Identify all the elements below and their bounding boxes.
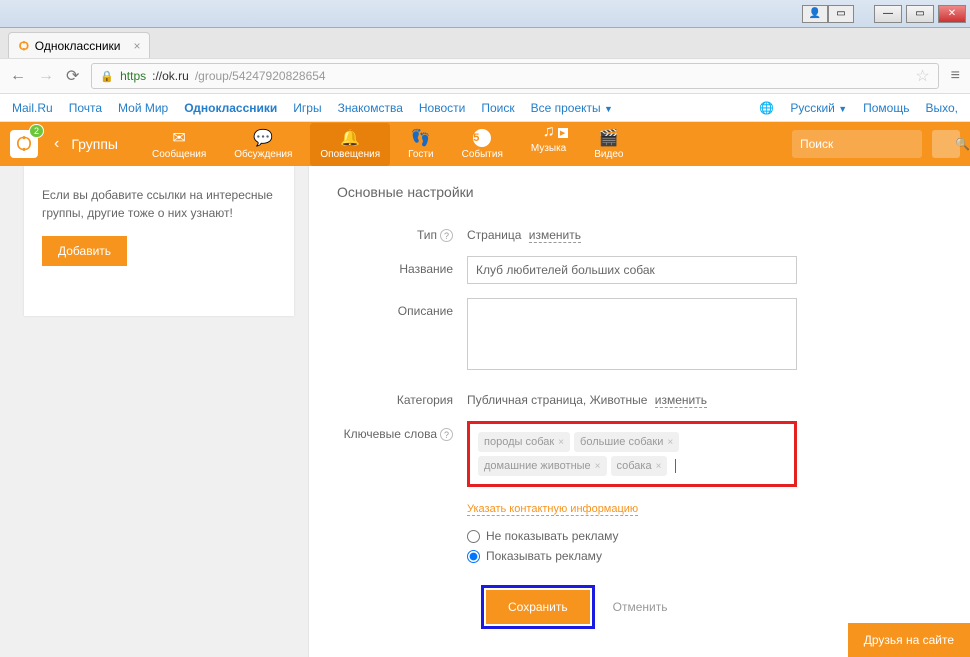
browser-window: 👤 ▭ — ▭ ✕ Ѻ Одноклассники × ← → ⟳ 🔒 http…	[0, 0, 970, 657]
sidebar-suggest-card: Если вы добавите ссылки на интересные гр…	[24, 166, 294, 316]
help-icon[interactable]: ?	[440, 428, 453, 441]
type-value: Страница изменить	[467, 222, 797, 242]
bell-icon: 🔔	[340, 129, 360, 147]
window-titlebar: 👤 ▭ — ▭ ✕	[0, 0, 970, 28]
nav-forward-icon[interactable]: →	[38, 67, 54, 85]
tags-input[interactable]: породы собак× большие собаки× домашние ж…	[467, 421, 797, 487]
search-icon[interactable]: 🔍	[955, 137, 970, 151]
sidebar-text: Если вы добавите ссылки на интересные гр…	[42, 186, 276, 222]
chevron-down-icon: ▼	[838, 104, 847, 114]
panel-title: Основные настройки	[337, 184, 942, 200]
nav-reload-icon[interactable]: ⟳	[66, 66, 79, 86]
ok-favicon-icon: Ѻ	[19, 39, 29, 53]
mailru-link-active[interactable]: Одноклассники	[184, 101, 277, 115]
logout-link[interactable]: Выхо,	[925, 101, 958, 115]
tag: породы собак×	[478, 432, 570, 452]
main-nav: Ѻ 2 ‹ Группы ✉Сообщения 💬Обсуждения 🔔Опо…	[0, 122, 970, 166]
name-label: Название	[337, 256, 467, 276]
mailru-link[interactable]: Знакомства	[338, 101, 403, 115]
contact-info-link[interactable]: Указать контактную информацию	[467, 503, 638, 516]
footprints-icon: 👣	[411, 129, 431, 147]
tag-remove-icon[interactable]: ×	[558, 437, 564, 448]
browser-tab[interactable]: Ѻ Одноклассники ×	[8, 32, 150, 58]
tab-bar: Ѻ Одноклассники ×	[0, 28, 970, 58]
tag: домашние животные×	[478, 456, 607, 476]
groups-label[interactable]: Группы	[71, 136, 118, 152]
save-button[interactable]: Сохранить	[486, 590, 590, 624]
mailru-link[interactable]: Поиск	[481, 101, 514, 115]
close-window-button[interactable]: ✕	[938, 5, 966, 23]
add-button[interactable]: Добавить	[42, 236, 127, 266]
content-area: Если вы добавите ссылки на интересные гр…	[0, 166, 970, 657]
category-value: Публичная страница, Животные изменить	[467, 387, 797, 407]
mailru-link[interactable]: Игры	[293, 101, 321, 115]
tag: большие собаки×	[574, 432, 679, 452]
user-icon[interactable]: 👤	[802, 5, 828, 23]
url-path: /group/54247920828654	[195, 69, 326, 83]
bookmark-star-icon[interactable]: ☆	[915, 66, 929, 86]
events-icon: 5	[473, 129, 491, 147]
lock-icon: 🔒	[100, 70, 114, 83]
category-label: Категория	[337, 387, 467, 407]
search-box[interactable]: 🔍	[792, 130, 922, 158]
mailru-link[interactable]: Все проекты ▼	[531, 101, 613, 115]
keywords-label: Ключевые слова?	[337, 421, 467, 441]
address-bar: ← → ⟳ 🔒 https ://ok.ru/group/542479208286…	[0, 58, 970, 94]
maximize-button[interactable]: ▭	[906, 5, 934, 23]
menu-icon[interactable]: ≡	[951, 67, 960, 85]
name-input[interactable]	[467, 256, 797, 284]
change-type-link[interactable]: изменить	[529, 228, 581, 243]
envelope-icon: ✉	[172, 129, 185, 147]
url-input[interactable]: 🔒 https ://ok.ru/group/54247920828654 ☆	[91, 63, 938, 89]
save-highlight: Сохранить	[481, 585, 595, 629]
tab-title: Одноклассники	[35, 39, 121, 53]
notification-badge: 2	[29, 124, 44, 138]
video-icon: 🎬	[599, 129, 619, 147]
text-cursor	[675, 459, 676, 473]
back-chevron-icon[interactable]: ‹	[54, 135, 59, 153]
help-icon[interactable]: ?	[440, 229, 453, 242]
url-host: ://ok.ru	[152, 69, 189, 83]
change-category-link[interactable]: изменить	[655, 393, 707, 408]
doc-icon[interactable]: ▭	[828, 5, 854, 23]
mailru-link[interactable]: Новости	[419, 101, 465, 115]
nav-video[interactable]: 🎬Видео	[584, 123, 633, 166]
mailru-link[interactable]: Mail.Ru	[12, 101, 53, 115]
nav-music[interactable]: ♫Музыка▶	[521, 123, 576, 166]
radio-no-ads[interactable]: Не показывать рекламу	[467, 529, 797, 543]
mailru-link[interactable]: Почта	[69, 101, 102, 115]
ok-logo-icon[interactable]: Ѻ 2	[10, 130, 38, 158]
cancel-button[interactable]: Отменить	[613, 600, 668, 614]
friends-online-tab[interactable]: Друзья на сайте	[848, 623, 970, 657]
music-icon: ♫	[543, 123, 555, 141]
nav-discussions[interactable]: 💬Обсуждения	[224, 123, 302, 166]
desc-label: Описание	[337, 298, 467, 318]
lang-selector[interactable]: Русский ▼	[790, 101, 847, 115]
tag-remove-icon[interactable]: ×	[595, 461, 601, 472]
nav-back-icon[interactable]: ←	[10, 67, 26, 85]
minimize-button[interactable]: —	[874, 5, 902, 23]
tag: собака×	[611, 456, 668, 476]
nav-notifications[interactable]: 🔔Оповещения	[310, 123, 390, 166]
settings-panel: Основные настройки Тип? Страница изменит…	[308, 166, 970, 657]
nav-guests[interactable]: 👣Гости	[398, 123, 443, 166]
mailru-link[interactable]: Мой Мир	[118, 101, 168, 115]
nav-events[interactable]: 5События	[452, 123, 513, 166]
tab-close-icon[interactable]: ×	[133, 39, 140, 53]
globe-icon: 🌐	[759, 101, 774, 115]
tag-remove-icon[interactable]: ×	[667, 437, 673, 448]
mailru-top-bar: Mail.Ru Почта Мой Мир Одноклассники Игры…	[0, 94, 970, 122]
chevron-down-icon: ▼	[604, 104, 613, 114]
tag-remove-icon[interactable]: ×	[656, 461, 662, 472]
chat-icon: 💬	[253, 129, 273, 147]
nav-messages[interactable]: ✉Сообщения	[142, 123, 216, 166]
url-protocol: https	[120, 69, 146, 83]
type-label: Тип?	[337, 222, 467, 242]
radio-show-ads[interactable]: Показывать рекламу	[467, 549, 797, 563]
description-textarea[interactable]	[467, 298, 797, 370]
help-link[interactable]: Помощь	[863, 101, 909, 115]
